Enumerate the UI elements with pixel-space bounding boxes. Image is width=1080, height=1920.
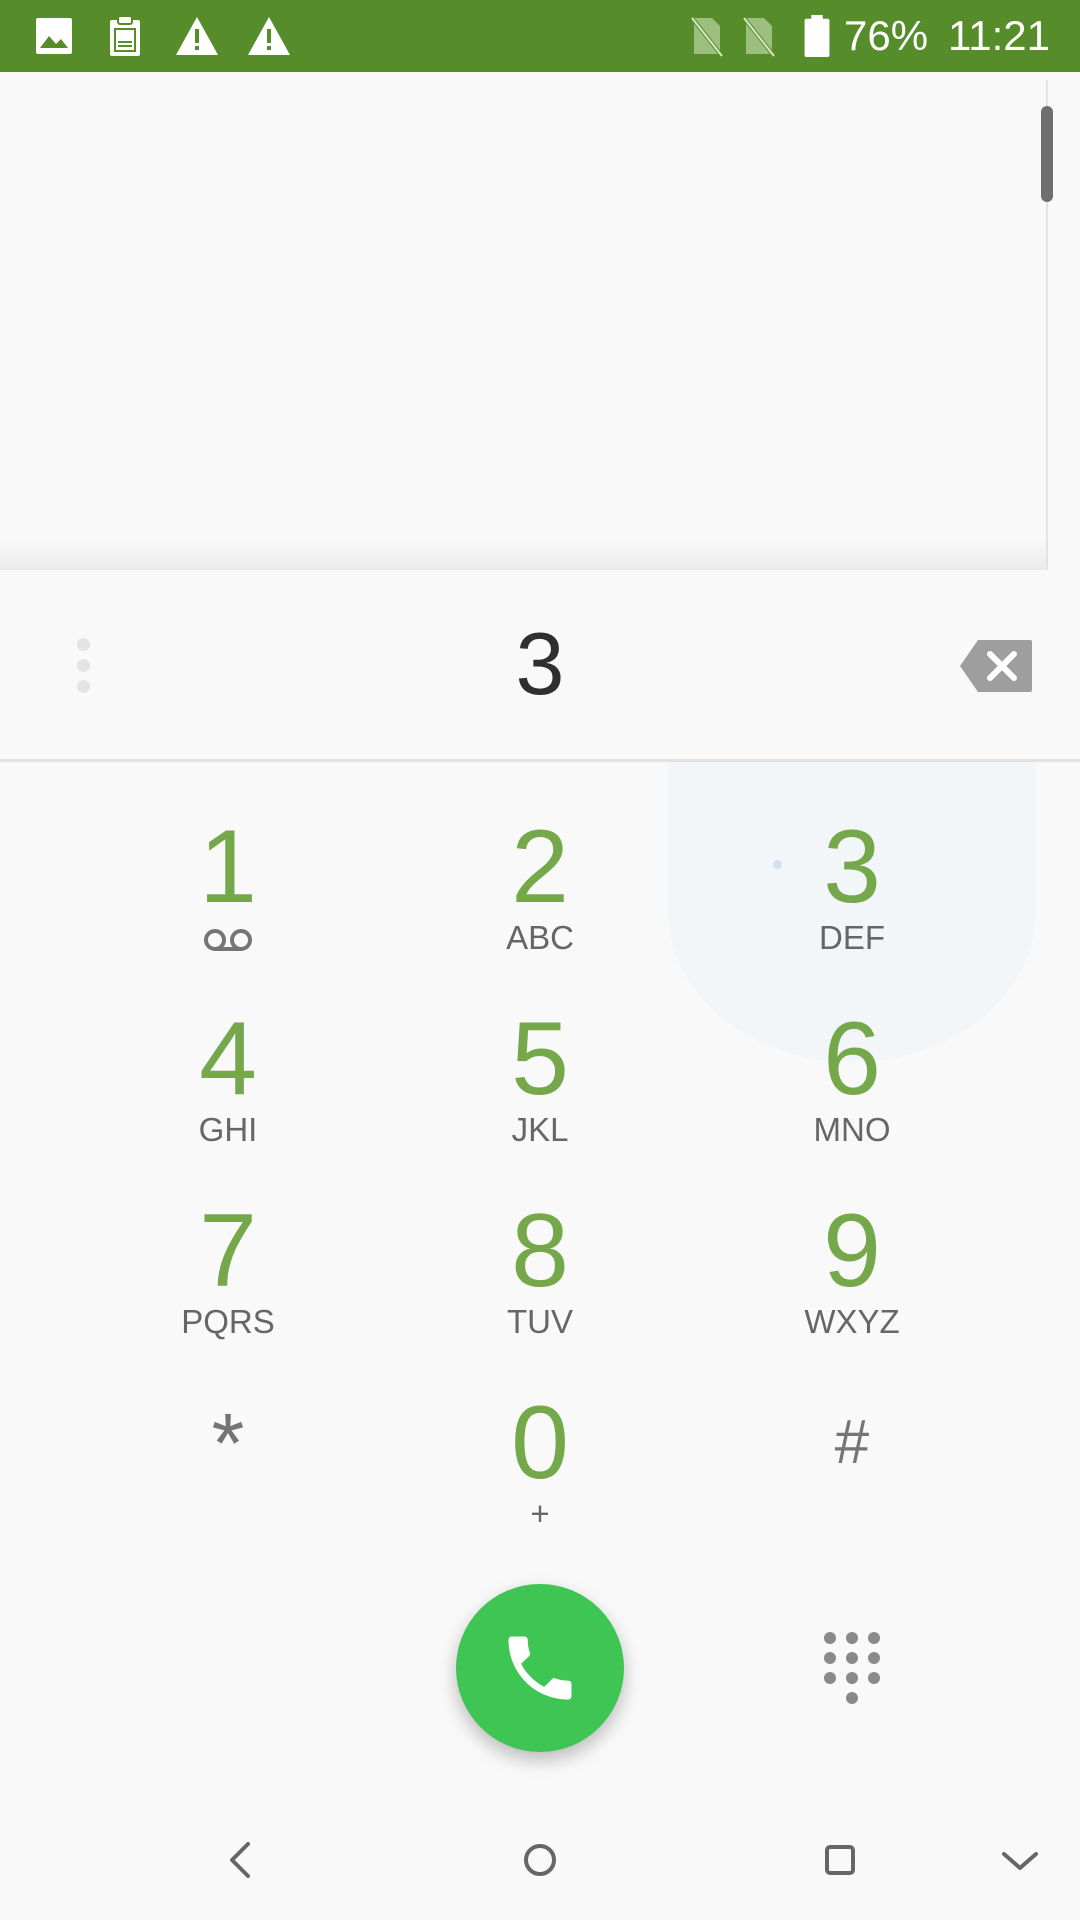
key-3[interactable]: 3 DEF bbox=[732, 812, 972, 982]
key-letters: + bbox=[530, 1495, 550, 1532]
key-8[interactable]: 8 TUV bbox=[420, 1196, 660, 1366]
key-letters: JKL bbox=[511, 1111, 569, 1148]
status-bar: 76% 11:21 bbox=[0, 0, 1080, 72]
key-letters: PQRS bbox=[181, 1303, 275, 1340]
navigation-bar bbox=[0, 1800, 1080, 1920]
key-star[interactable]: * bbox=[108, 1388, 348, 1558]
key-digit: 1 bbox=[199, 809, 257, 925]
key-letters: WXYZ bbox=[804, 1303, 900, 1340]
battery-icon bbox=[804, 14, 830, 58]
key-digit: 7 bbox=[199, 1193, 257, 1309]
key-4[interactable]: 4 GHI bbox=[108, 1004, 348, 1174]
key-letters: ABC bbox=[506, 919, 574, 956]
dialpad-icon[interactable] bbox=[822, 1630, 882, 1706]
warning-icon bbox=[176, 17, 218, 55]
no-sim-icon bbox=[690, 16, 724, 58]
home-icon[interactable] bbox=[510, 1830, 570, 1890]
key-letters: TUV bbox=[507, 1303, 573, 1340]
key-0[interactable]: 0 + bbox=[420, 1388, 660, 1558]
clock: 11:21 bbox=[948, 12, 1050, 59]
battery-percent: 76% bbox=[844, 12, 929, 59]
phone-icon bbox=[508, 1636, 572, 1700]
key-letters: GHI bbox=[198, 1111, 258, 1148]
divider-shadow bbox=[0, 540, 1048, 570]
more-options-icon[interactable] bbox=[72, 638, 96, 694]
results-list[interactable] bbox=[0, 72, 1080, 570]
backspace-icon[interactable] bbox=[958, 638, 1034, 694]
key-digit: 4 bbox=[199, 1001, 257, 1117]
key-2[interactable]: 2 ABC bbox=[420, 812, 660, 982]
key-digit: # bbox=[834, 1408, 870, 1477]
collapse-icon[interactable] bbox=[990, 1830, 1050, 1890]
key-digit: 2 bbox=[511, 809, 569, 925]
key-6[interactable]: 6 MNO bbox=[732, 1004, 972, 1174]
key-digit: * bbox=[211, 1396, 245, 1490]
key-digit: 5 bbox=[511, 1001, 569, 1117]
key-digit: 0 bbox=[511, 1385, 569, 1501]
warning-icon bbox=[248, 17, 290, 55]
key-5[interactable]: 5 JKL bbox=[420, 1004, 660, 1174]
key-digit: 6 bbox=[823, 1001, 881, 1117]
dialpad: 1 2 ABC 3 DEF 4 GHI 5 JKL 6 MNO 7 PQRS 8… bbox=[0, 762, 1080, 1562]
no-sim-icon bbox=[742, 16, 776, 58]
key-9[interactable]: 9 WXYZ bbox=[732, 1196, 972, 1366]
log-clipboard-icon bbox=[110, 15, 140, 56]
digits-display: 3 bbox=[0, 570, 1080, 762]
key-digit: 9 bbox=[823, 1193, 881, 1309]
key-7[interactable]: 7 PQRS bbox=[108, 1196, 348, 1366]
call-button[interactable] bbox=[456, 1584, 624, 1752]
scrollbar-thumb[interactable] bbox=[1041, 106, 1053, 202]
recents-icon[interactable] bbox=[810, 1830, 870, 1890]
key-1[interactable]: 1 bbox=[108, 812, 348, 982]
key-letters: MNO bbox=[813, 1111, 891, 1148]
key-pound[interactable]: # bbox=[732, 1388, 972, 1558]
dialed-number[interactable]: 3 bbox=[340, 604, 740, 724]
key-letters: DEF bbox=[819, 919, 885, 956]
back-icon[interactable] bbox=[210, 1830, 270, 1890]
image-icon bbox=[36, 18, 72, 54]
key-digit: 8 bbox=[511, 1193, 569, 1309]
voicemail-icon bbox=[204, 929, 252, 951]
key-digit: 3 bbox=[823, 809, 881, 925]
